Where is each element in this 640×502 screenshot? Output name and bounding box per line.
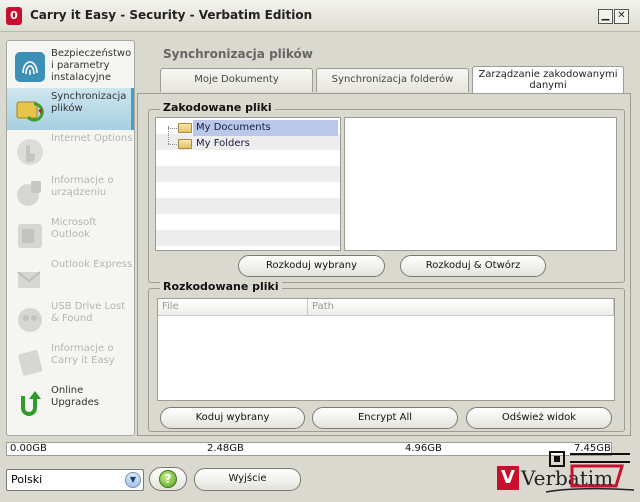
tree-connector [168, 144, 177, 145]
storage-usage-bar: 0.00GB 2.48GB 4.96GB 7.45GB [6, 442, 612, 456]
encoded-file-list[interactable] [344, 117, 617, 251]
language-value: Polski [11, 473, 43, 486]
sidebar-item-outlook-express[interactable]: Outlook Express [7, 256, 134, 298]
device-info-icon [17, 181, 41, 206]
encoded-tree[interactable]: My Documents My Folders [155, 117, 341, 251]
fingerprint-icon [15, 52, 45, 82]
sidebar-item-about[interactable]: Informacje o Carry it Easy [7, 340, 134, 382]
storage-label-q1: 2.48GB [207, 443, 244, 454]
watermark-logo-icon [545, 451, 635, 493]
sidebar-item-label: Synchronizacja plików [51, 91, 127, 114]
help-button[interactable]: ? [149, 467, 187, 491]
sidebar-item-usb-lost-found[interactable]: USB Drive Lost & Found [7, 298, 134, 340]
sidebar-item-security[interactable]: Bezpieczeństwo i parametry instalacyjne [7, 45, 134, 87]
window-title: Carry it Easy - Security - Verbatim Edit… [30, 8, 313, 22]
tab-encoded-data[interactable]: Zarządzanie zakodowanymi danymi [472, 66, 624, 94]
encrypt-all-button[interactable]: Encrypt All [312, 407, 458, 429]
sidebar: Bezpieczeństwo i parametry instalacyjne … [6, 40, 135, 436]
decode-open-button[interactable]: Rozkoduj & Otwórz [400, 255, 546, 277]
sidebar-item-label: Informacje o Carry it Easy [51, 343, 115, 366]
tab-my-documents[interactable]: Moje Dokumenty [160, 68, 313, 92]
close-button[interactable]: ✕ [614, 9, 629, 24]
outlook-icon [18, 224, 42, 248]
upgrade-arrow-icon [21, 391, 41, 416]
sidebar-item-label: Online Upgrades [51, 385, 99, 408]
refresh-view-button[interactable]: Odśwież widok [466, 407, 612, 429]
sidebar-item-label: Microsoft Outlook [51, 217, 97, 240]
sidebar-item-label: Bezpieczeństwo i parametry instalacyjne [51, 48, 132, 83]
tree-item-my-folders[interactable]: My Folders [156, 136, 340, 152]
folder-icon [178, 139, 192, 149]
tree-item-my-documents[interactable]: My Documents [156, 120, 340, 136]
language-select[interactable]: Polski ▼ [6, 469, 144, 491]
about-icon [18, 350, 43, 376]
sidebar-item-outlook[interactable]: Microsoft Outlook [7, 214, 134, 256]
storage-label-q2: 4.96GB [405, 443, 442, 454]
sidebar-item-label: Outlook Express [51, 259, 133, 270]
chevron-down-icon[interactable]: ▼ [125, 472, 141, 488]
storage-label-min: 0.00GB [10, 443, 47, 454]
sync-folders-icon [16, 101, 44, 122]
tree-item-label: My Documents [193, 120, 338, 136]
title-bar: 0 Carry it Easy - Security - Verbatim Ed… [0, 0, 640, 32]
sidebar-item-label: Internet Options [51, 133, 133, 144]
decoded-files-title: Rozkodowane pliki [160, 280, 282, 293]
tree-connector [168, 128, 177, 129]
sidebar-item-sync[interactable]: Synchronizacja plików [7, 88, 134, 130]
app-icon: 0 [6, 7, 22, 25]
decode-selected-button[interactable]: Rozkoduj wybrany [238, 255, 385, 277]
help-icon: ? [159, 470, 177, 488]
sidebar-item-label: Informacje o urządzeniu [51, 175, 114, 198]
tab-folder-sync[interactable]: Synchronizacja folderów [316, 68, 469, 92]
minimize-button[interactable]: ▁ [598, 9, 613, 24]
sidebar-item-internet-options[interactable]: Internet Options [7, 130, 134, 172]
folder-icon [178, 123, 192, 133]
encode-selected-button[interactable]: Koduj wybrany [160, 407, 305, 429]
sidebar-item-online-upgrades[interactable]: Online Upgrades [7, 382, 134, 424]
encoded-files-title: Zakodowane pliki [160, 101, 275, 114]
minimize-icon: ▁ [601, 10, 610, 21]
usb-lost-found-icon [18, 308, 42, 332]
page-title: Synchronizacja plików [163, 47, 313, 61]
list-header: File Path [158, 299, 614, 316]
tree-item-label: My Folders [196, 138, 250, 149]
sidebar-item-device-info[interactable]: Informacje o urządzeniu [7, 172, 134, 214]
column-header-file[interactable]: File [158, 299, 308, 315]
outlook-express-icon [17, 271, 41, 288]
internet-hand-icon [17, 139, 43, 165]
sidebar-item-label: USB Drive Lost & Found [51, 301, 126, 324]
close-icon: ✕ [617, 10, 626, 21]
exit-button[interactable]: Wyjście [194, 468, 301, 491]
verbatim-logo-mark: V [497, 466, 519, 490]
column-header-path[interactable]: Path [308, 299, 614, 315]
decoded-file-list[interactable]: File Path [157, 298, 615, 401]
